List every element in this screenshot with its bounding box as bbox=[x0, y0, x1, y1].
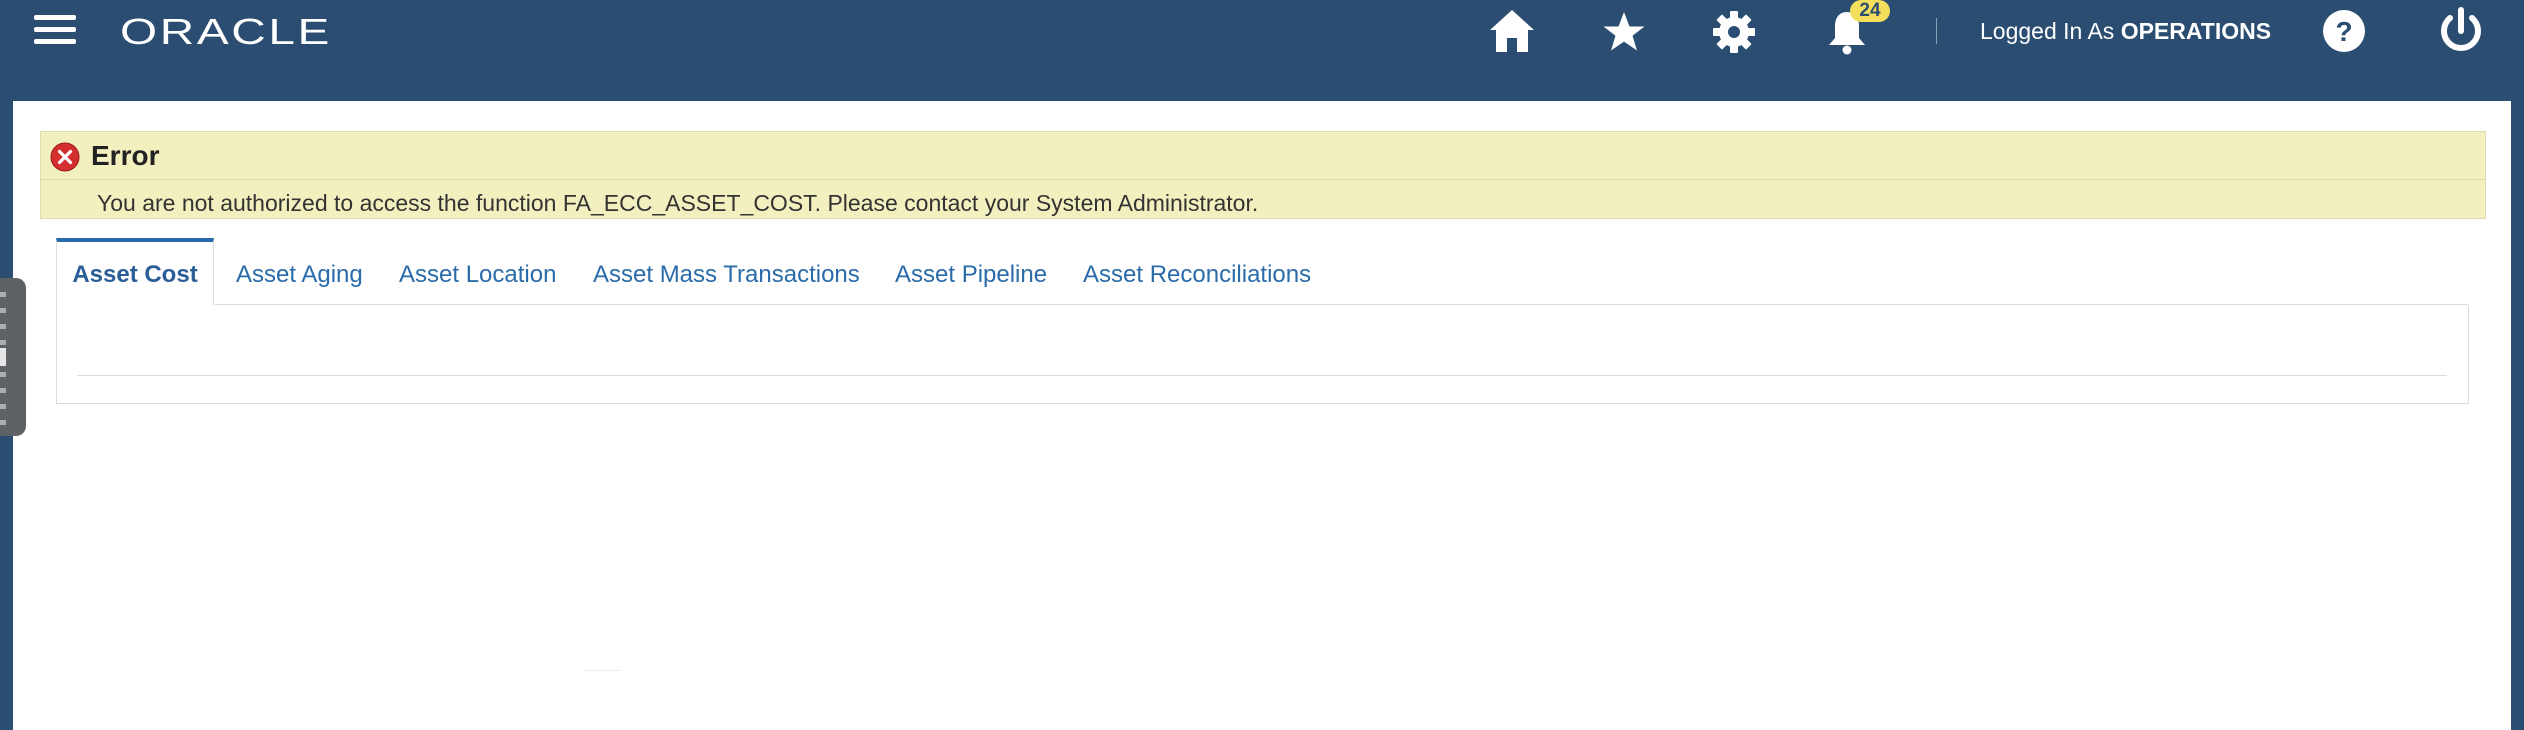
error-message-box: Error You are not authorized to access t… bbox=[40, 131, 2486, 219]
error-title: Error bbox=[91, 140, 160, 171]
logged-in-user[interactable]: OPERATIONS bbox=[2121, 18, 2271, 44]
logged-in-status: Logged In As OPERATIONS bbox=[1980, 18, 2271, 45]
tab-panel-divider bbox=[77, 375, 2447, 376]
global-header: ORACLE 24 Logged In As OPERATIONS ? bbox=[0, 0, 2524, 100]
tab-asset-reconciliations[interactable]: Asset Reconciliations bbox=[1083, 238, 1311, 304]
notifications-count-badge[interactable]: 24 bbox=[1850, 0, 1890, 22]
tab-asset-cost[interactable]: Asset Cost bbox=[56, 238, 214, 306]
help-icon[interactable]: ? bbox=[2316, 3, 2372, 59]
faint-divider bbox=[585, 670, 620, 671]
side-panel-handle[interactable] bbox=[0, 278, 26, 436]
power-icon[interactable] bbox=[2433, 2, 2489, 58]
error-title-row: Error bbox=[41, 132, 2485, 180]
tab-asset-location[interactable]: Asset Location bbox=[399, 238, 556, 304]
tab-asset-aging[interactable]: Asset Aging bbox=[236, 238, 363, 304]
settings-gear-icon[interactable] bbox=[1706, 4, 1762, 60]
error-icon bbox=[50, 142, 80, 172]
tab-content-panel bbox=[56, 305, 2469, 404]
tab-asset-pipeline[interactable]: Asset Pipeline bbox=[895, 238, 1047, 304]
favorites-star-icon[interactable] bbox=[1596, 4, 1652, 60]
header-divider bbox=[1936, 18, 1937, 44]
home-icon[interactable] bbox=[1484, 4, 1540, 60]
oracle-logo[interactable]: ORACLE bbox=[120, 10, 340, 54]
error-message-text: You are not authorized to access the fun… bbox=[97, 190, 1259, 216]
logged-in-prefix: Logged In As bbox=[1980, 18, 2115, 44]
tab-asset-mass-transactions[interactable]: Asset Mass Transactions bbox=[593, 238, 860, 304]
svg-text:ORACLE: ORACLE bbox=[120, 11, 332, 52]
svg-text:?: ? bbox=[2335, 16, 2352, 47]
hamburger-menu-icon[interactable] bbox=[32, 12, 80, 48]
